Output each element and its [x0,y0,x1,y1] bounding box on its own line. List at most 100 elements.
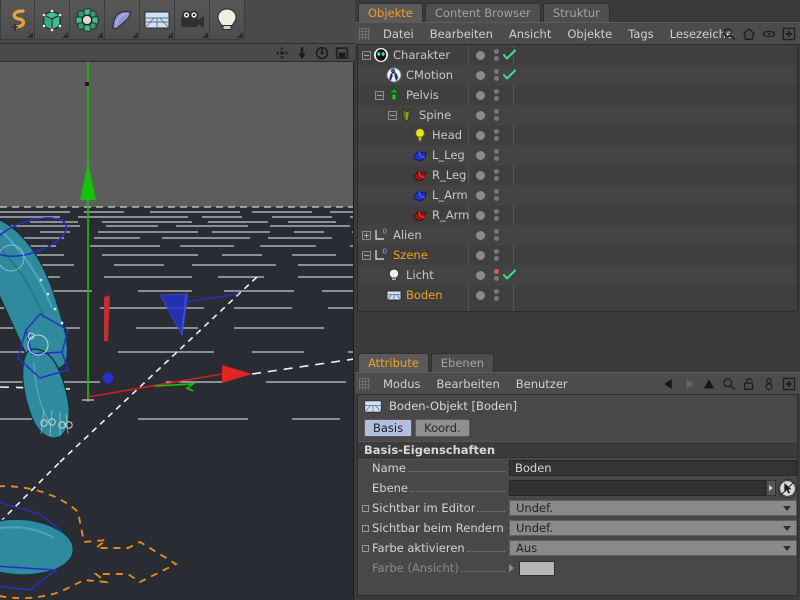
object-row-szene[interactable]: − 0 Szene [358,245,797,265]
render-visibility-dot[interactable] [494,236,499,241]
editor-render-dots[interactable] [494,69,499,81]
spline-tool-button[interactable] [0,0,35,40]
render-visibility-dot[interactable] [494,256,499,261]
object-row-cmotion[interactable]: CMotion [358,65,797,85]
visibility-dot[interactable] [476,130,485,140]
editor-render-dots[interactable] [494,269,499,281]
check-tag-icon[interactable] [503,69,516,81]
ebene-input[interactable] [509,480,766,496]
object-row-boden[interactable]: Boden [358,285,797,305]
menu-bearbeiten[interactable]: Bearbeiten [429,373,508,395]
move-icon[interactable] [275,46,289,60]
editor-render-dots[interactable] [494,129,499,141]
object-row-r_leg[interactable]: R_Leg [358,165,797,185]
drag-grip[interactable] [359,377,370,390]
object-tree-panel[interactable]: − Charakter CMotion − Pelvis − Spine Head L_Leg R… [357,44,798,312]
object-row-licht[interactable]: Licht [358,265,797,285]
tab-struktur[interactable]: Struktur [542,3,610,22]
menu-modus[interactable]: Modus [375,373,429,395]
maximize-icon[interactable] [335,46,349,60]
cube-primitive-button[interactable] [35,0,70,40]
editor-render-dots[interactable] [494,289,499,301]
editor-visibility-dot[interactable] [494,289,499,294]
drag-grip[interactable] [359,27,370,40]
viewport-3d[interactable] [0,62,354,600]
menu-ansicht[interactable]: Ansicht [501,23,559,45]
object-row-spine[interactable]: − Spine [358,105,797,125]
check-tag-icon[interactable] [503,269,516,281]
visibility-dot[interactable] [476,70,485,80]
plus-box-icon[interactable] [782,27,796,41]
plus-box-icon[interactable] [782,377,796,391]
tab-ebenen[interactable]: Ebenen [430,353,495,372]
render-visibility-dot[interactable] [494,296,499,301]
farbe-aktivieren-checkbox[interactable] [362,544,369,552]
deformer-button[interactable] [105,0,140,40]
render-visibility-dot[interactable] [494,276,499,281]
editor-visibility-dot[interactable] [494,129,499,134]
visibility-dot[interactable] [476,190,485,200]
visibility-dot[interactable] [476,150,485,160]
tree-expander-minus[interactable]: − [375,90,384,100]
name-input[interactable]: Boden [509,460,797,476]
sichtbar-editor-checkbox[interactable] [362,504,369,512]
object-row-l_leg[interactable]: L_Leg [358,145,797,165]
sichtbar-rendern-checkbox[interactable] [362,524,369,532]
editor-visibility-dot[interactable] [494,209,499,214]
check-tag-icon[interactable] [503,49,516,61]
floor-object-button[interactable] [140,0,175,40]
editor-render-dots[interactable] [494,249,499,261]
editor-render-dots[interactable] [494,109,499,121]
tab-objekte[interactable]: Objekte [358,3,423,22]
eye-icon[interactable] [762,27,776,41]
render-visibility-dot[interactable] [494,56,499,61]
render-visibility-dot[interactable] [494,116,499,121]
menu-tags[interactable]: Tags [620,23,661,45]
sichtbar-rendern-dropdown[interactable]: Undef. [509,520,797,536]
camera-button[interactable] [175,0,210,40]
render-visibility-dot[interactable] [494,216,499,221]
editor-visibility-dot[interactable] [494,149,499,154]
editor-visibility-dot[interactable] [494,249,499,254]
object-row-l_arm[interactable]: L_Arm [358,185,797,205]
editor-render-dots[interactable] [494,169,499,181]
menu-objekte[interactable]: Objekte [559,23,620,45]
visibility-dot[interactable] [476,250,485,260]
editor-visibility-dot[interactable] [494,109,499,114]
object-row-r_arm[interactable]: R_Arm [358,205,797,225]
render-visibility-dot[interactable] [494,196,499,201]
object-row-pelvis[interactable]: − Pelvis [358,85,797,105]
forward-arrow-icon[interactable] [682,377,696,391]
visibility-dot[interactable] [476,90,485,100]
editor-render-dots[interactable] [494,89,499,101]
editor-visibility-dot[interactable] [494,49,499,54]
ebene-expand-button[interactable] [765,480,777,496]
render-visibility-dot[interactable] [494,76,499,81]
editor-visibility-dot[interactable] [494,269,499,274]
dolly-icon[interactable] [295,46,309,60]
render-visibility-dot[interactable] [494,176,499,181]
sichtbar-editor-dropdown[interactable]: Undef. [509,500,797,516]
tree-expander-minus[interactable]: − [388,110,397,120]
menu-datei[interactable]: Datei [375,23,422,45]
editor-render-dots[interactable] [494,209,499,221]
farbe-aktivieren-dropdown[interactable]: Aus [509,540,797,556]
search-icon[interactable] [722,377,736,391]
up-arrow-icon[interactable] [702,377,716,391]
subtab-basis[interactable]: Basis [364,419,413,437]
menu-benutzer[interactable]: Benutzer [508,373,576,395]
editor-render-dots[interactable] [494,149,499,161]
visibility-dot[interactable] [476,170,485,180]
visibility-dot[interactable] [476,270,485,280]
menu-bearbeiten[interactable]: Bearbeiten [422,23,501,45]
rotate-icon[interactable] [315,46,329,60]
light-button[interactable] [210,0,245,40]
editor-render-dots[interactable] [494,49,499,61]
tab-attribute[interactable]: Attribute [358,353,429,372]
expand-triangle-icon[interactable] [509,564,514,572]
editor-render-dots[interactable] [494,189,499,201]
editor-visibility-dot[interactable] [494,189,499,194]
visibility-dot[interactable] [476,290,485,300]
search-icon[interactable] [722,27,736,41]
pin-icon[interactable] [762,377,776,391]
